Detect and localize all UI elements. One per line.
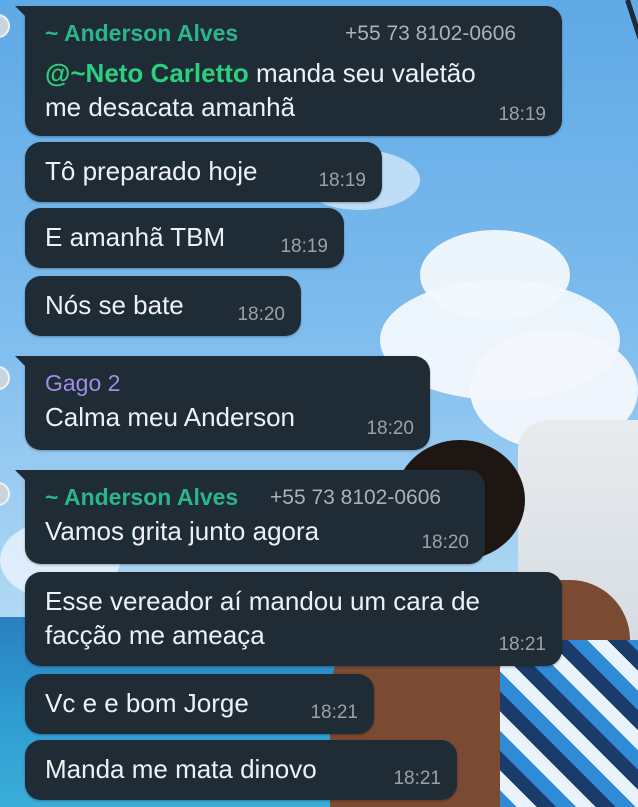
message-time: 18:21: [498, 634, 546, 655]
sender-name[interactable]: ~ Anderson Alves: [45, 20, 238, 47]
sender-phone: +55 73 8102-0606: [270, 486, 442, 509]
message-bubble[interactable]: ~ Anderson Alves +55 73 8102-0606 @~Neto…: [15, 6, 562, 136]
message-bubble[interactable]: Manda me mata dinovo 18:21: [25, 740, 457, 800]
message-text: Esse vereador aí mandou um cara de: [45, 586, 481, 616]
message-text-line2: me desacata amanhã: [45, 92, 296, 122]
message-time: 18:20: [366, 418, 414, 439]
message-text: @~Neto Carletto manda seu valetão: [45, 58, 476, 88]
sender-name[interactable]: Gago 2: [45, 370, 120, 397]
bubble-tail: [15, 6, 29, 20]
avatar[interactable]: [0, 482, 10, 506]
message-text: Vc e e bom Jorge: [45, 688, 249, 718]
message-time: 18:20: [237, 304, 285, 325]
message-bubble[interactable]: Tô preparado hoje 18:19: [25, 142, 382, 202]
message-bubble[interactable]: Vc e e bom Jorge 18:21: [25, 674, 374, 734]
message-text: Manda me mata dinovo: [45, 754, 317, 784]
message-text: Nós se bate: [45, 290, 184, 320]
message-bubble[interactable]: Esse vereador aí mandou um cara de facçã…: [25, 572, 562, 666]
message-time: 18:19: [318, 170, 366, 191]
sender-name[interactable]: ~ Anderson Alves: [45, 484, 238, 511]
message-bubble[interactable]: E amanhã TBM 18:19: [25, 208, 344, 268]
message-text: Tô preparado hoje: [45, 156, 258, 186]
sender-phone: +55 73 8102-0606: [345, 22, 517, 45]
avatar[interactable]: [0, 14, 10, 38]
message-text: E amanhã TBM: [45, 222, 226, 252]
message-text: Vamos grita junto agora: [45, 516, 320, 546]
message-bubble[interactable]: Gago 2 Calma meu Anderson 18:20: [15, 356, 430, 450]
message-text-line2: facção me ameaça: [45, 620, 265, 650]
message-time: 18:20: [421, 532, 469, 553]
bubble-tail: [15, 356, 29, 370]
message-text: Calma meu Anderson: [45, 402, 296, 432]
avatar[interactable]: [0, 366, 10, 390]
mention-link[interactable]: @~Neto Carletto: [45, 58, 249, 88]
message-bubble[interactable]: ~ Anderson Alves +55 73 8102-0606 Vamos …: [15, 470, 485, 564]
message-time: 18:21: [393, 768, 441, 789]
message-bubble[interactable]: Nós se bate 18:20: [25, 276, 301, 336]
message-time: 18:19: [498, 104, 546, 125]
message-time: 18:21: [310, 702, 358, 723]
chat-message-list[interactable]: ~ Anderson Alves +55 73 8102-0606 @~Neto…: [0, 0, 638, 807]
bubble-tail: [15, 470, 29, 484]
message-time: 18:19: [280, 236, 328, 257]
